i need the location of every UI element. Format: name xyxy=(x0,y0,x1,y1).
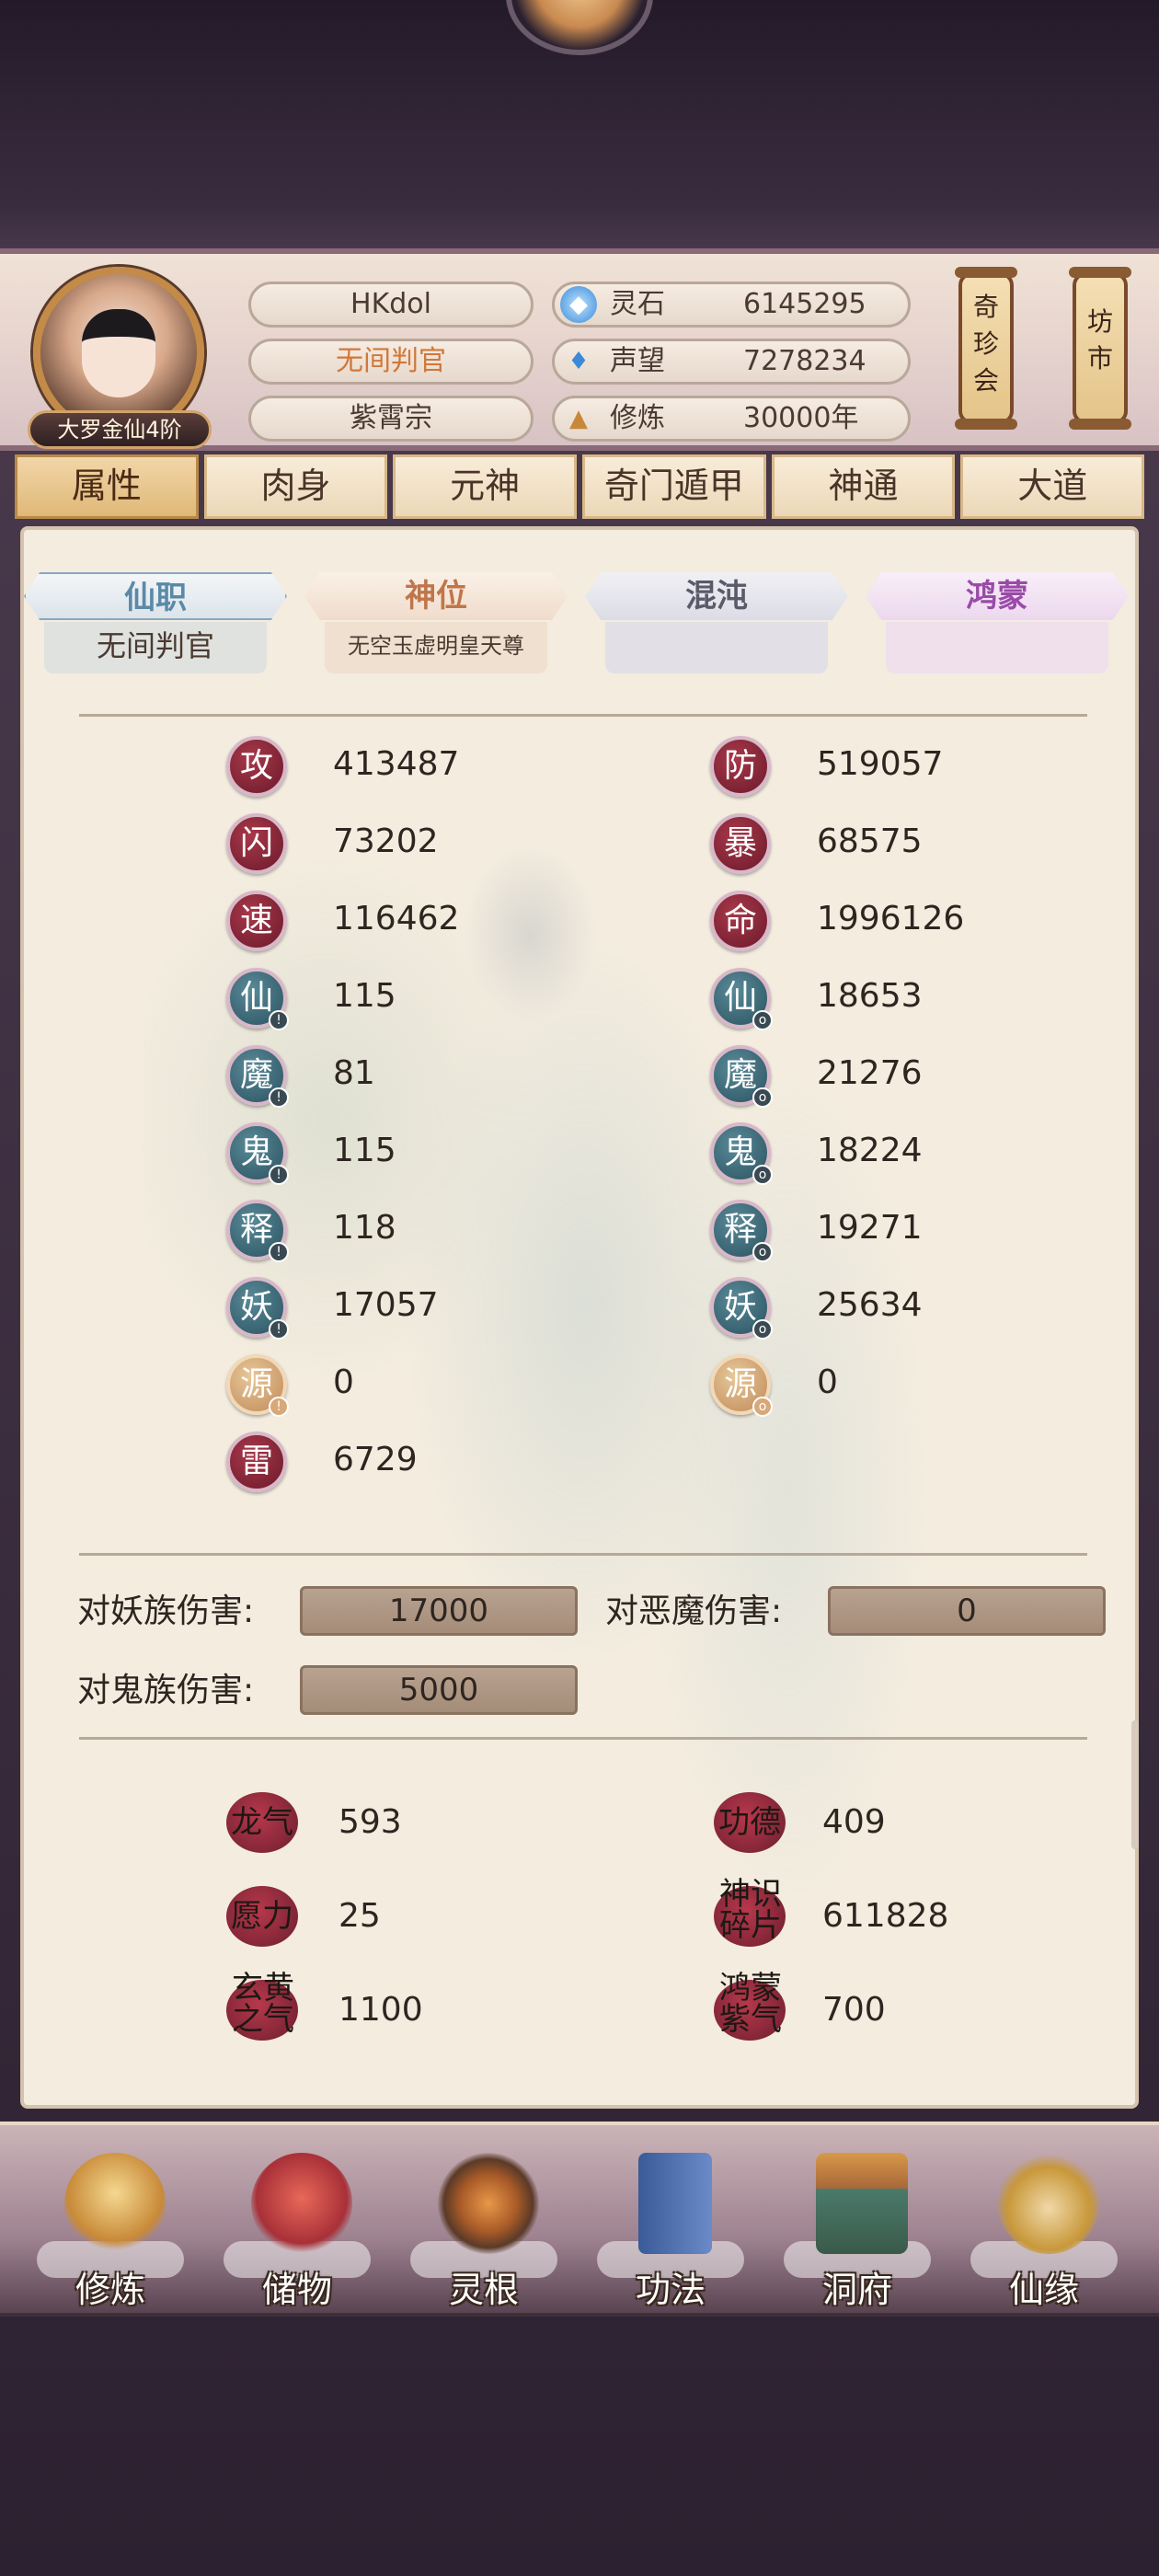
attribute-tabs: 属性 肉身 元神 奇门遁甲 神通 大道 xyxy=(15,454,1145,519)
rank-hongmeng[interactable]: 鸿蒙 xyxy=(866,572,1129,673)
stat-ghost-atk-value: 115 xyxy=(333,1132,396,1169)
tab-qimen[interactable]: 奇门遁甲 xyxy=(582,454,766,519)
stat-yao-atk-icon[interactable]: 妖! xyxy=(226,1277,289,1340)
player-header: 大罗金仙4阶 HKdol 无间判官 紫霄宗 ◆ 灵石 6145295 ♦ 声望 … xyxy=(0,248,1159,451)
nav-cave-dwelling[interactable]: 洞府 xyxy=(770,2134,945,2310)
divider-top xyxy=(79,714,1087,717)
stat-buddha-atk-icon[interactable]: 释! xyxy=(226,1200,289,1262)
stat-dodge-icon: 闪 xyxy=(226,813,287,874)
merit-label: 功德 xyxy=(718,1804,781,1841)
stat-buddha-def-value: 19271 xyxy=(817,1209,923,1247)
player-title: 无间判官 xyxy=(248,339,534,385)
stat-origin-atk-value: 0 xyxy=(333,1363,354,1401)
stat-ghost-def-icon[interactable]: 鬼o xyxy=(710,1122,773,1185)
damage-vs-yao-label: 对妖族伤害: xyxy=(77,1593,255,1630)
hongmeng-qi-label: 鸿蒙紫气 xyxy=(719,1970,782,2038)
stat-thunder-icon: 雷 xyxy=(226,1432,287,1492)
damage-vs-ghost-label: 对鬼族伤害: xyxy=(77,1672,255,1709)
player-rank: 大罗金仙4阶 xyxy=(28,410,212,449)
stat-immortal-atk-value: 115 xyxy=(333,977,396,1015)
prestige-icon: ♦ xyxy=(568,348,590,375)
rank-chaos[interactable]: 混沌 xyxy=(585,572,848,673)
vow-power-value: 25 xyxy=(339,1897,381,1935)
stat-defense-icon: 防 xyxy=(710,736,771,797)
stat-dodge-value: 73202 xyxy=(333,822,439,860)
tab-attributes[interactable]: 属性 xyxy=(15,454,199,519)
stat-demon-def-value: 21276 xyxy=(817,1054,923,1092)
resource-spirit-stone: ◆ 灵石 6145295 xyxy=(552,282,911,328)
merit-value: 409 xyxy=(822,1803,886,1841)
resource-prestige: ♦ 声望 7278234 xyxy=(552,339,911,385)
soul-shard-label: 神识碎片 xyxy=(719,1876,782,1944)
stat-attack-icon: 攻 xyxy=(226,736,287,797)
stat-ghost-def-value: 18224 xyxy=(817,1132,923,1169)
stat-buddha-def-icon[interactable]: 释o xyxy=(710,1200,773,1262)
fate-gourd-icon xyxy=(998,2153,1099,2254)
nav-fate[interactable]: 仙缘 xyxy=(957,2134,1131,2310)
stat-speed-value: 116462 xyxy=(333,900,460,937)
spirit-stone-icon: ◆ xyxy=(560,286,597,323)
damage-vs-ghost-value: 5000 xyxy=(300,1665,578,1715)
stat-defense-value: 519057 xyxy=(817,745,944,783)
top-emblem xyxy=(506,0,653,55)
player-sect: 紫霄宗 xyxy=(248,396,534,442)
stat-yao-atk-value: 17057 xyxy=(333,1286,439,1324)
stat-hp-icon: 命 xyxy=(710,891,771,951)
spirit-root-icon xyxy=(438,2153,539,2254)
damage-vs-demon-value: 0 xyxy=(828,1586,1106,1636)
stat-immortal-atk-icon[interactable]: 仙! xyxy=(226,968,289,1030)
attributes-panel: 仙职 无间判官 神位 无空玉虚明皇天尊 混沌 鸿蒙 攻 413487 闪 732… xyxy=(20,526,1139,2109)
damage-vs-demon-label: 对恶魔伤害: xyxy=(605,1593,783,1630)
nav-techniques[interactable]: 功法 xyxy=(583,2134,758,2310)
damage-vs-yao-value: 17000 xyxy=(300,1586,578,1636)
cultivation-icon: ▲ xyxy=(569,405,588,432)
stat-demon-def-icon[interactable]: 魔o xyxy=(710,1045,773,1108)
treasure-fair-button[interactable]: 奇珍会 xyxy=(955,267,1017,430)
stat-yao-def-value: 25634 xyxy=(817,1286,923,1324)
stat-origin-def-value: 0 xyxy=(817,1363,838,1401)
dragon-qi-value: 593 xyxy=(339,1803,402,1841)
resource-cultivation: ▲ 修炼 30000年 xyxy=(552,396,911,442)
stat-speed-icon: 速 xyxy=(226,891,287,951)
nav-storage[interactable]: 储物 xyxy=(210,2134,384,2310)
stat-demon-atk-value: 81 xyxy=(333,1054,375,1092)
soul-shard-value: 611828 xyxy=(822,1897,949,1935)
rank-immortal-office[interactable]: 仙职 无间判官 xyxy=(24,572,287,673)
divider-middle xyxy=(79,1553,1087,1556)
stat-immortal-def-icon[interactable]: 仙o xyxy=(710,968,773,1030)
tab-spirit[interactable]: 元神 xyxy=(393,454,578,519)
bottom-navigation: 修炼 储物 灵根 功法 洞府 仙缘 xyxy=(0,2122,1159,2317)
tab-dao[interactable]: 大道 xyxy=(960,454,1145,519)
player-name: HKdol xyxy=(248,282,534,328)
xuanhuang-qi-label: 玄黄之气 xyxy=(232,1970,294,2038)
stat-attack-value: 413487 xyxy=(333,745,460,783)
cave-dwelling-icon xyxy=(816,2153,908,2254)
stat-demon-atk-icon[interactable]: 魔! xyxy=(226,1045,289,1108)
stat-thunder-value: 6729 xyxy=(333,1441,418,1478)
nav-spirit-root[interactable]: 灵根 xyxy=(396,2134,571,2310)
panel-scrollbar[interactable] xyxy=(1131,1720,1139,1849)
divider-bottom xyxy=(79,1737,1087,1740)
stat-crit-value: 68575 xyxy=(817,822,923,860)
stat-buddha-atk-value: 118 xyxy=(333,1209,396,1247)
xuanhuang-qi-value: 1100 xyxy=(339,1991,423,2029)
cultivate-icon xyxy=(64,2153,166,2254)
stat-ghost-atk-icon[interactable]: 鬼! xyxy=(226,1122,289,1185)
rank-divine-seat[interactable]: 神位 无空玉虚明皇天尊 xyxy=(304,572,568,673)
market-button[interactable]: 坊市 xyxy=(1069,267,1131,430)
stat-hp-value: 1996126 xyxy=(817,900,965,937)
stat-origin-atk-icon[interactable]: 源! xyxy=(226,1354,289,1417)
storage-bag-icon xyxy=(251,2153,352,2254)
technique-book-icon xyxy=(638,2153,712,2254)
tab-body[interactable]: 肉身 xyxy=(203,454,388,519)
nav-cultivate[interactable]: 修炼 xyxy=(23,2134,198,2310)
tab-divine-power[interactable]: 神通 xyxy=(771,454,956,519)
stat-origin-def-icon[interactable]: 源o xyxy=(710,1354,773,1417)
vow-power-label: 愿力 xyxy=(231,1898,293,1935)
stat-immortal-def-value: 18653 xyxy=(817,977,923,1015)
dragon-qi-label: 龙气 xyxy=(231,1804,293,1841)
stat-crit-icon: 暴 xyxy=(710,813,771,874)
hongmeng-qi-value: 700 xyxy=(822,1991,886,2029)
stat-yao-def-icon[interactable]: 妖o xyxy=(710,1277,773,1340)
